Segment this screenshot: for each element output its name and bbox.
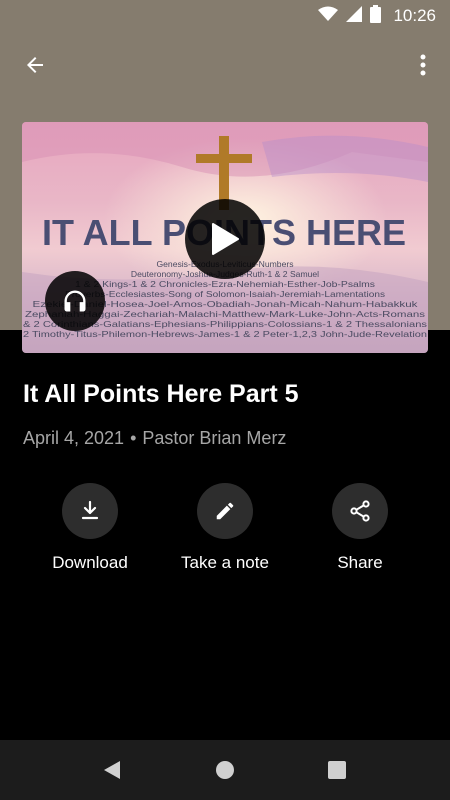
headphones-icon [64,290,86,312]
battery-icon [370,4,382,28]
play-icon [212,223,239,255]
status-bar: 10:26 [0,0,450,32]
status-time: 10:26 [393,6,436,25]
share-button[interactable]: Share [295,483,425,573]
status-icons: 10:26 [318,4,436,28]
sermon-title: It All Points Here Part 5 [23,380,299,408]
download-icon [81,500,99,520]
play-video-button[interactable] [185,199,265,279]
sermon-date: April 4, 2021 [23,428,125,448]
recents-square-icon [328,761,346,779]
wifi-icon [318,6,339,27]
back-button[interactable] [18,50,52,80]
take-note-button[interactable]: Take a note [160,483,290,573]
home-circle-icon [216,761,234,779]
take-note-label: Take a note [181,553,269,572]
download-circle[interactable] [62,483,118,539]
more-options-button[interactable] [410,50,436,80]
meta-separator: • [130,428,137,448]
nav-back-button[interactable] [89,750,135,790]
pencil-icon [216,502,234,520]
download-label: Download [52,553,128,572]
artwork-books-line: Proverbs-Ecclesiastes-Song of Solomon-Is… [65,289,385,299]
share-label: Share [337,553,383,572]
system-nav-bar [0,740,450,800]
take-note-circle[interactable] [197,483,253,539]
back-triangle-icon [104,761,120,779]
artwork-books-line: 1 & 2 Kings-1 & 2 Chronicles-Ezra-Nehemi… [75,279,375,289]
share-circle[interactable] [332,483,388,539]
artwork-books-line: 2 Timothy-Titus-Philemon-Hebrews-James-1… [23,329,427,339]
sermon-speaker: Pastor Brian Merz [142,428,287,448]
cell-signal-icon [346,5,363,27]
download-button[interactable]: Download [25,483,155,573]
sermon-meta: April 4, 2021 • Pastor Brian Merz [23,428,433,449]
nav-recents-button[interactable] [314,750,360,790]
nav-home-button[interactable] [202,750,248,790]
share-icon [350,500,370,522]
arrow-back-icon [27,57,43,73]
more-vert-icon [420,54,426,76]
listen-audio-button[interactable] [45,271,105,331]
